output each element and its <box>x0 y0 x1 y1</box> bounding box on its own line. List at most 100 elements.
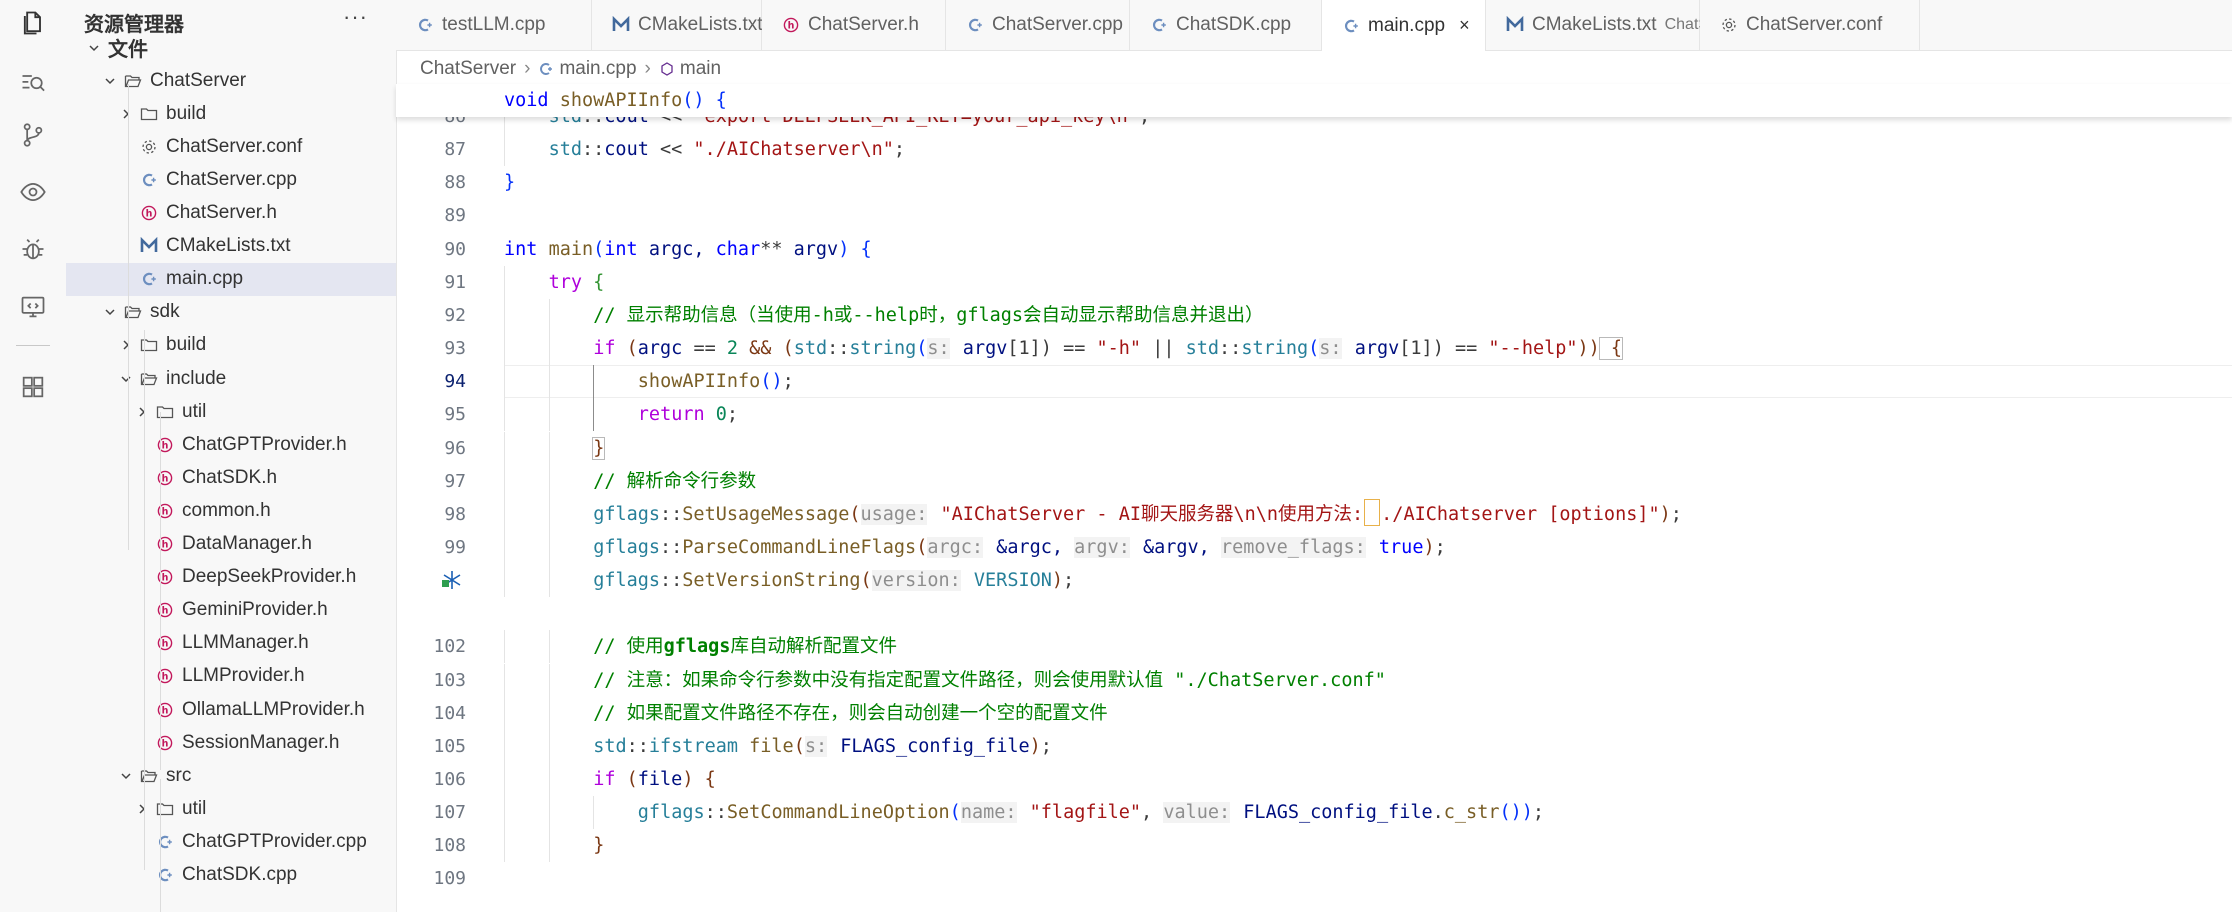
explorer-sidebar: 资源管理器 ··· 文件 ChatServer build ChatServer.co… <box>66 0 397 912</box>
tree-item-file[interactable]: h ChatSDK.h <box>66 461 396 494</box>
code-token: { <box>1598 337 1624 361</box>
code-token: argc, <box>637 238 716 260</box>
code-line: 92 // 显示帮助信息（当使用-h或--help时，gflags会自动显示帮助信… <box>396 298 2232 332</box>
chevron-right-icon <box>134 801 150 817</box>
code-text: if (file) { <box>593 763 716 796</box>
line-number: 91 <box>444 271 466 293</box>
tree-item-folder[interactable]: util <box>66 792 396 825</box>
extensions-icon[interactable] <box>16 370 50 404</box>
code-token: [1]) <box>1399 338 1444 360</box>
code-token: std <box>1185 338 1220 360</box>
breadcrumb-folder[interactable]: ChatServer <box>420 58 516 80</box>
code-token: showAPIInfo <box>637 371 761 393</box>
debug-icon[interactable] <box>16 232 50 266</box>
code-token: ; <box>726 404 739 426</box>
more-actions-icon[interactable]: ··· <box>343 4 368 30</box>
tree-item-file[interactable]: h GeminiProvider.h <box>66 594 396 627</box>
breadcrumb-symbol[interactable]: main <box>680 58 721 80</box>
tree-item-file[interactable]: ChatServer.cpp <box>66 163 396 196</box>
tree-item-file[interactable]: h OllamaLLMProvider.h <box>66 693 396 726</box>
close-tab-icon[interactable]: × <box>1459 15 1470 36</box>
indent-guide <box>504 398 505 432</box>
header-file-icon: h <box>156 469 174 487</box>
tree-item-file[interactable]: h DeepSeekProvider.h <box>66 561 396 594</box>
code-token: ; <box>1532 802 1545 824</box>
tab-testllm-cpp[interactable]: testLLM.cpp <box>396 0 592 50</box>
indent-guide <box>548 398 550 432</box>
tree-item-file[interactable]: main.cpp <box>66 262 396 296</box>
explorer-icon[interactable] <box>16 6 50 40</box>
code-token: return <box>637 404 705 426</box>
code-token: &argv, <box>1131 536 1221 558</box>
tree-item-file[interactable]: h LLMProvider.h <box>66 660 396 693</box>
tab-chatserver-conf[interactable]: ChatServer.conf <box>1700 0 1920 50</box>
indent-guide <box>504 796 505 830</box>
tab-chatserver-cpp[interactable]: ChatServer.cpp <box>946 0 1130 50</box>
tab-chatserver-h[interactable]: h ChatServer.h <box>762 0 946 50</box>
tree-item-folder[interactable]: util <box>66 395 396 428</box>
tree-item-file[interactable]: h DataManager.h <box>66 528 396 561</box>
tree-item-file[interactable]: h SessionManager.h <box>66 726 396 759</box>
code-editor[interactable]: void showAPIInfo() { 86std::cout << "exp… <box>396 84 2232 912</box>
code-text: showAPIInfo(); <box>638 365 794 398</box>
tree-item-file[interactable]: h ChatGPTProvider.h <box>66 428 396 461</box>
code-token: char <box>715 238 761 260</box>
text-cursor <box>1364 498 1381 526</box>
tree-item-folder[interactable]: src <box>66 759 396 792</box>
tree-item-folder[interactable]: build <box>66 329 396 362</box>
tree-item-file[interactable]: ChatServer.conf <box>66 130 396 163</box>
line-number: 109 <box>433 868 466 890</box>
svg-text:h: h <box>162 540 169 551</box>
tree-item-file[interactable]: h LLMManager.h <box>66 627 396 660</box>
tab-chatsdk-cpp[interactable]: ChatSDK.cpp <box>1130 0 1322 50</box>
remote-explorer-icon[interactable] <box>16 290 50 324</box>
indent-guide <box>504 365 505 399</box>
code-text: gflags::SetVersionString(version: VERSIO… <box>593 564 1074 597</box>
code-text: } <box>592 432 606 465</box>
code-token: value: <box>1163 802 1231 824</box>
chevron-right-icon <box>134 404 150 420</box>
indent-guide <box>504 497 505 531</box>
indent-guide <box>504 564 505 598</box>
tree-item-folder[interactable]: build <box>66 97 396 130</box>
tab-main-cpp[interactable]: main.cpp × <box>1322 0 1486 51</box>
code-token: string <box>849 338 917 360</box>
tree-item-label: ChatGPTProvider.cpp <box>182 830 367 852</box>
tab-label: ChatServer.cpp <box>992 14 1123 35</box>
code-token: file <box>637 769 683 790</box>
code-text: std::cout << "./AIChatserver\n"; <box>549 133 905 166</box>
gutter-decoration-icon[interactable] <box>440 568 464 592</box>
search-icon[interactable] <box>16 66 50 100</box>
tree-item-file[interactable]: h ChatServer.h <box>66 197 396 230</box>
line-number: 93 <box>444 338 466 360</box>
code-line: 89 <box>396 199 2232 232</box>
code-token: gflags <box>593 570 661 592</box>
tree-item-file[interactable]: CMakeLists.txt <box>66 230 396 263</box>
tab-cmakelists-txt[interactable]: CMakeLists.txtsdk <box>592 0 796 50</box>
header-file-icon: h <box>156 535 174 553</box>
preview-eye-icon[interactable] <box>16 175 50 209</box>
code-token: SetCommandLineOption <box>726 802 950 824</box>
tree-item-file[interactable]: ChatGPTProvider.cpp <box>66 825 396 858</box>
tree-item-folder[interactable]: 文件 <box>66 31 396 64</box>
sticky-scroll-header[interactable]: void showAPIInfo() { <box>396 84 2232 117</box>
code-token: cout <box>604 139 649 161</box>
tree-item-folder[interactable]: include <box>66 362 396 395</box>
code-token: if <box>593 338 616 360</box>
tab-cmakelists-txt[interactable]: CMakeLists.txtChatServer <box>1486 0 1746 50</box>
breadcrumb-file[interactable]: main.cpp <box>559 58 636 80</box>
tree-item-file[interactable]: h common.h <box>66 494 396 527</box>
code-token: ( <box>793 735 805 757</box>
code-line: 97 // 解析命令行参数 <box>396 464 2232 498</box>
tree-item-file[interactable]: ChatSDK.cpp <box>66 859 396 892</box>
tree-item-folder[interactable]: sdk <box>66 296 396 329</box>
source-control-icon[interactable] <box>16 118 50 152</box>
tree-item-folder[interactable]: ChatServer <box>66 64 396 97</box>
code-text: if (argc == 2 && (std::string(s: argv[1]… <box>593 332 1624 365</box>
tree-item-label: ChatServer <box>150 69 247 91</box>
code-token: == <box>682 338 727 360</box>
